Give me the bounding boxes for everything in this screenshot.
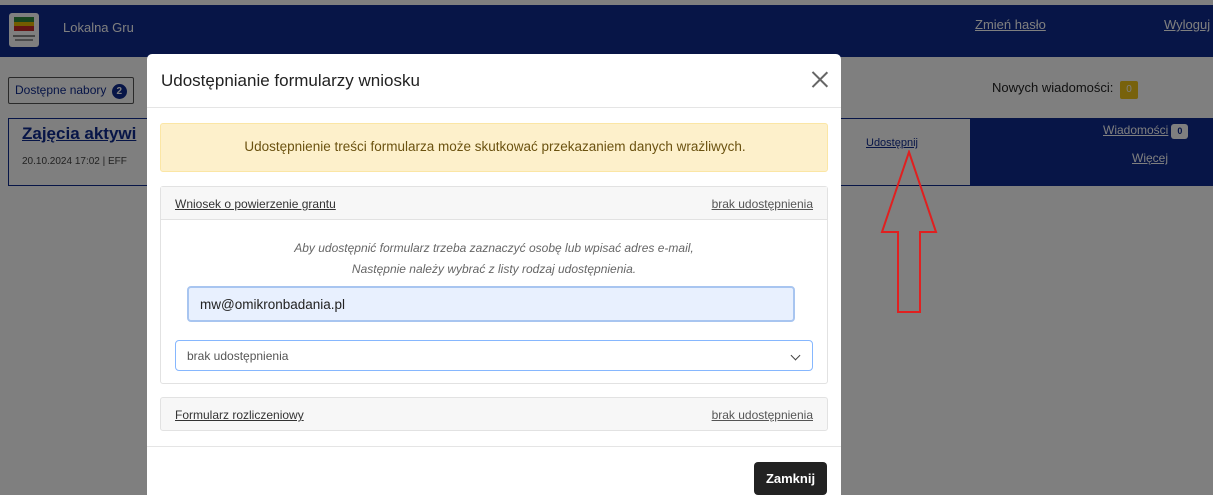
- share-status-link[interactable]: brak udostępnienia: [712, 408, 813, 422]
- close-icon[interactable]: [810, 69, 830, 89]
- share-hint-line-1: Aby udostępnić formularz trzeba zaznaczy…: [294, 241, 694, 255]
- form-share-card-settlement: Formularz rozliczeniowy brak udostępnien…: [160, 397, 828, 431]
- share-forms-dialog: Udostępnianie formularzy wniosku Udostęp…: [147, 54, 841, 495]
- chevron-down-icon: [790, 350, 801, 361]
- close-button[interactable]: Zamknij: [754, 462, 827, 495]
- annotation-up-arrow-icon: [880, 150, 938, 313]
- form-name-link[interactable]: Formularz rozliczeniowy: [175, 408, 304, 422]
- dialog-footer-divider: [147, 446, 841, 447]
- dialog-title: Udostępnianie formularzy wniosku: [161, 71, 420, 90]
- sensitive-data-warning: Udostępnienie treści formularza może sku…: [160, 123, 828, 172]
- warning-text: Udostępnienie treści formularza może sku…: [244, 139, 746, 154]
- share-hint-line-2: Następnie należy wybrać z listy rodzaj u…: [351, 262, 637, 276]
- email-field[interactable]: [187, 286, 795, 322]
- share-status-link[interactable]: brak udostępnienia: [712, 197, 813, 211]
- form-share-card-grant: Wniosek o powierzenie grantu brak udostę…: [160, 186, 828, 384]
- share-type-selected-value: brak udostępnienia: [187, 349, 289, 363]
- dialog-header: Udostępnianie formularzy wniosku: [147, 54, 841, 108]
- form-name-link[interactable]: Wniosek o powierzenie grantu: [175, 197, 336, 211]
- form-card-header: Wniosek o powierzenie grantu brak udostę…: [161, 187, 827, 220]
- share-type-select[interactable]: brak udostępnienia: [175, 340, 813, 371]
